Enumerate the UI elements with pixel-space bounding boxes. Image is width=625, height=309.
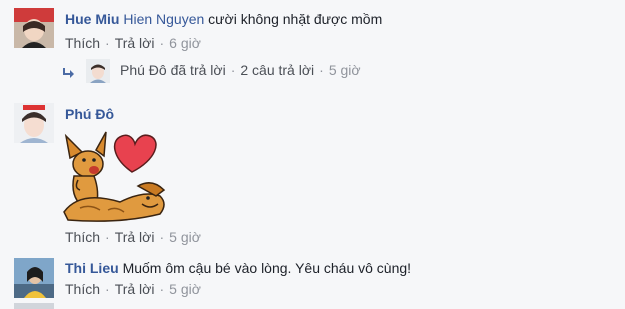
separator: · <box>230 62 236 78</box>
like-button[interactable]: Thích <box>65 281 100 297</box>
reply-author-avatar <box>86 59 110 83</box>
comment-text: cười không nhặt được mồm <box>208 11 383 27</box>
comment-author[interactable]: Phú Đô <box>65 106 114 122</box>
reply-button[interactable]: Trả lời <box>115 35 155 51</box>
reply-verb[interactable]: đã trả lời <box>171 62 226 78</box>
avatar[interactable] <box>14 8 54 48</box>
separator: · <box>105 281 110 297</box>
separator: · <box>159 229 165 245</box>
separator: · <box>105 35 110 51</box>
reply-author[interactable]: Phú Đô <box>120 62 167 78</box>
reply-count[interactable]: 2 câu trả lời <box>240 62 314 78</box>
timestamp[interactable]: 5 giờ <box>169 281 201 297</box>
like-button[interactable]: Thích <box>65 35 100 51</box>
reply-button[interactable]: Trả lời <box>115 281 155 297</box>
like-button[interactable]: Thích <box>65 229 100 245</box>
next-comment-avatar <box>14 303 54 309</box>
comment-author[interactable]: Thi Lieu <box>65 260 119 276</box>
separator: · <box>319 62 324 78</box>
separator: · <box>159 281 165 297</box>
timestamp[interactable]: 5 giờ <box>169 229 201 245</box>
timestamp[interactable]: 6 giờ <box>169 35 201 51</box>
reply-timestamp: 5 giờ <box>328 62 361 78</box>
avatar[interactable] <box>14 103 54 143</box>
avatar[interactable] <box>14 258 54 298</box>
reply-button[interactable]: Trả lời <box>115 229 155 245</box>
comment-text: Muốm ôm cậu bé vào lòng. Yêu cháu vô cùn… <box>122 260 412 276</box>
reply-arrow-icon <box>62 66 76 82</box>
comment-author[interactable]: Hue Miu <box>65 11 119 27</box>
separator: · <box>159 35 165 51</box>
dog-and-heart-sticker <box>60 130 170 225</box>
separator: · <box>105 229 110 245</box>
tagged-user[interactable]: Hien Nguyen <box>123 11 204 27</box>
